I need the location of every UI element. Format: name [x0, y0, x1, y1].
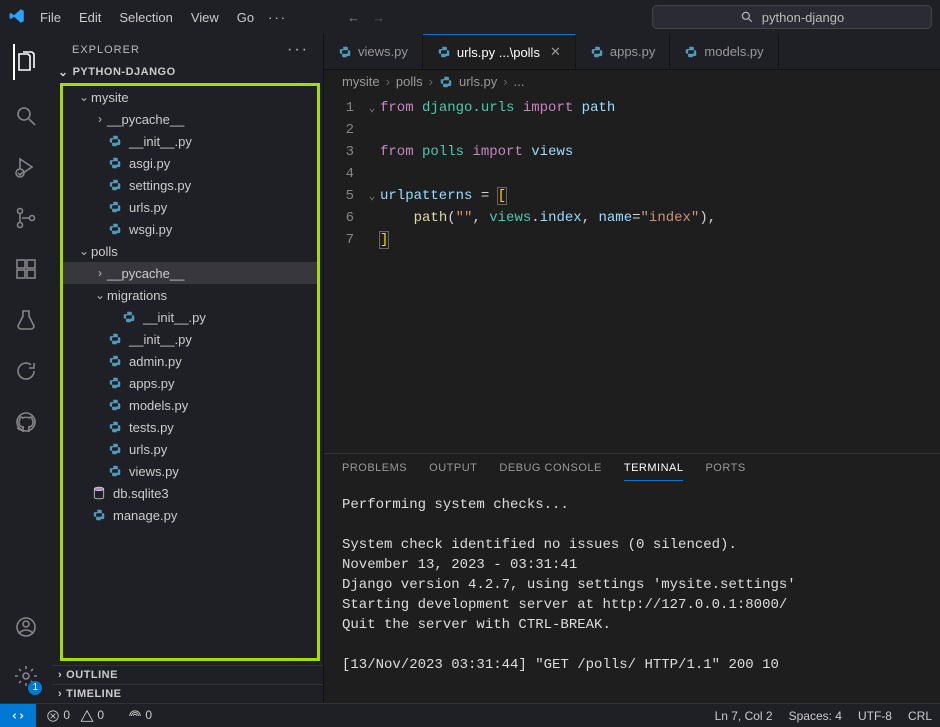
search-text: python-django: [762, 10, 844, 25]
database-icon: [91, 485, 107, 501]
outline-section-header[interactable]: › OUTLINE: [52, 665, 323, 684]
folder-migrations[interactable]: ⌄ migrations: [63, 284, 317, 306]
status-errors[interactable]: 0: [46, 708, 70, 723]
nav-back-icon[interactable]: ←: [347, 10, 360, 25]
python-icon: [107, 397, 123, 413]
python-icon: [107, 331, 123, 347]
sidebar: EXPLORER ··· ⌄ PYTHON-DJANGO ⌄ mysite › …: [52, 34, 324, 703]
activity-testing[interactable]: [14, 308, 38, 335]
python-icon: [107, 177, 123, 193]
project-section-header[interactable]: ⌄ PYTHON-DJANGO: [52, 62, 323, 82]
activity-account[interactable]: [14, 615, 38, 642]
python-icon: [107, 199, 123, 215]
file-wsgi[interactable]: wsgi.py: [63, 218, 317, 240]
panel-tab-output[interactable]: OUTPUT: [429, 462, 477, 481]
command-center[interactable]: python-django: [652, 5, 932, 29]
python-icon: [91, 507, 107, 523]
panel-tab-problems[interactable]: PROBLEMS: [342, 462, 407, 481]
activity-extensions[interactable]: [14, 257, 38, 284]
python-icon: [107, 133, 123, 149]
menu-overflow-icon[interactable]: ···: [268, 10, 287, 25]
folder-mysite-pycache[interactable]: › __pycache__: [63, 108, 317, 130]
status-eol[interactable]: CRL: [908, 709, 932, 723]
tab-apps[interactable]: apps.py: [576, 34, 671, 69]
menu-edit[interactable]: Edit: [71, 6, 109, 29]
menu-go[interactable]: Go: [229, 6, 262, 29]
file-polls-urls[interactable]: urls.py: [63, 438, 317, 460]
file-asgi[interactable]: asgi.py: [63, 152, 317, 174]
timeline-section-header[interactable]: › TIMELINE: [52, 684, 323, 703]
file-mysite-urls[interactable]: urls.py: [63, 196, 317, 218]
menu-selection[interactable]: Selection: [111, 6, 180, 29]
activity-run[interactable]: [14, 155, 38, 182]
panel-tabs: PROBLEMS OUTPUT DEBUG CONSOLE TERMINAL P…: [324, 454, 940, 485]
file-db[interactable]: db.sqlite3: [63, 482, 317, 504]
panel-tab-terminal[interactable]: TERMINAL: [624, 462, 684, 481]
python-icon: [121, 309, 137, 325]
file-apps[interactable]: apps.py: [63, 372, 317, 394]
terminal-output[interactable]: Performing system checks... System check…: [324, 485, 940, 703]
breadcrumbs[interactable]: mysite› polls› urls.py› ...: [324, 70, 940, 93]
vscode-logo-icon: [8, 7, 26, 28]
python-icon: [107, 353, 123, 369]
chevron-down-icon: ⌄: [58, 65, 69, 79]
python-icon: [107, 419, 123, 435]
project-name: PYTHON-DJANGO: [73, 66, 176, 78]
file-migrations-init[interactable]: __init__.py: [63, 306, 317, 328]
file-settings[interactable]: settings.py: [63, 174, 317, 196]
python-icon: [107, 375, 123, 391]
menubar: File Edit Selection View Go: [32, 6, 262, 29]
file-manage[interactable]: manage.py: [63, 504, 317, 526]
nav-forward-icon[interactable]: →: [372, 10, 385, 25]
status-cursor[interactable]: Ln 7, Col 2: [715, 709, 773, 723]
file-explorer-tree: ⌄ mysite › __pycache__ __init__.py asgi.…: [60, 83, 320, 661]
editor-content[interactable]: 1⌄ from django.urls import path 2 3 from…: [324, 93, 940, 453]
menu-view[interactable]: View: [183, 6, 227, 29]
folder-polls-pycache[interactable]: › __pycache__: [63, 262, 317, 284]
titlebar-nav: ← →: [347, 10, 385, 25]
activity-reload[interactable]: [14, 359, 38, 386]
status-spaces[interactable]: Spaces: 4: [789, 709, 842, 723]
activity-scm[interactable]: [14, 206, 38, 233]
file-views[interactable]: views.py: [63, 460, 317, 482]
activity-bar: 1: [0, 34, 52, 703]
activity-settings[interactable]: 1: [14, 664, 38, 691]
titlebar: File Edit Selection View Go ··· ← → pyth…: [0, 0, 940, 34]
python-icon: [107, 221, 123, 237]
remote-indicator[interactable]: [0, 704, 36, 727]
sidebar-title: EXPLORER: [72, 44, 140, 56]
statusbar: 0 0 0 Ln 7, Col 2 Spaces: 4 UTF-8 CRL: [0, 703, 940, 727]
tab-urls[interactable]: urls.py ...\polls ✕: [423, 34, 576, 69]
sidebar-more-icon[interactable]: ···: [287, 46, 309, 54]
activity-search[interactable]: [14, 104, 38, 131]
settings-badge: 1: [28, 681, 42, 695]
editor-group: views.py urls.py ...\polls ✕ apps.py mod…: [324, 34, 940, 703]
tab-views[interactable]: views.py: [324, 34, 423, 69]
python-icon: [107, 463, 123, 479]
python-icon: [107, 441, 123, 457]
folder-polls[interactable]: ⌄ polls: [63, 240, 317, 262]
file-models[interactable]: models.py: [63, 394, 317, 416]
editor-tabs: views.py urls.py ...\polls ✕ apps.py mod…: [324, 34, 940, 70]
bottom-panel: PROBLEMS OUTPUT DEBUG CONSOLE TERMINAL P…: [324, 453, 940, 703]
file-mysite-init[interactable]: __init__.py: [63, 130, 317, 152]
python-icon: [107, 155, 123, 171]
close-icon[interactable]: ✕: [550, 44, 561, 60]
menu-file[interactable]: File: [32, 6, 69, 29]
tab-models[interactable]: models.py: [670, 34, 778, 69]
folder-mysite[interactable]: ⌄ mysite: [63, 86, 317, 108]
file-polls-init[interactable]: __init__.py: [63, 328, 317, 350]
status-warnings[interactable]: 0: [80, 708, 104, 723]
status-ports[interactable]: 0: [128, 708, 152, 723]
file-admin[interactable]: admin.py: [63, 350, 317, 372]
activity-github[interactable]: [14, 410, 38, 437]
panel-tab-debug[interactable]: DEBUG CONSOLE: [499, 462, 601, 481]
file-tests[interactable]: tests.py: [63, 416, 317, 438]
panel-tab-ports[interactable]: PORTS: [705, 462, 745, 481]
status-encoding[interactable]: UTF-8: [858, 709, 892, 723]
activity-explorer[interactable]: [13, 44, 39, 80]
